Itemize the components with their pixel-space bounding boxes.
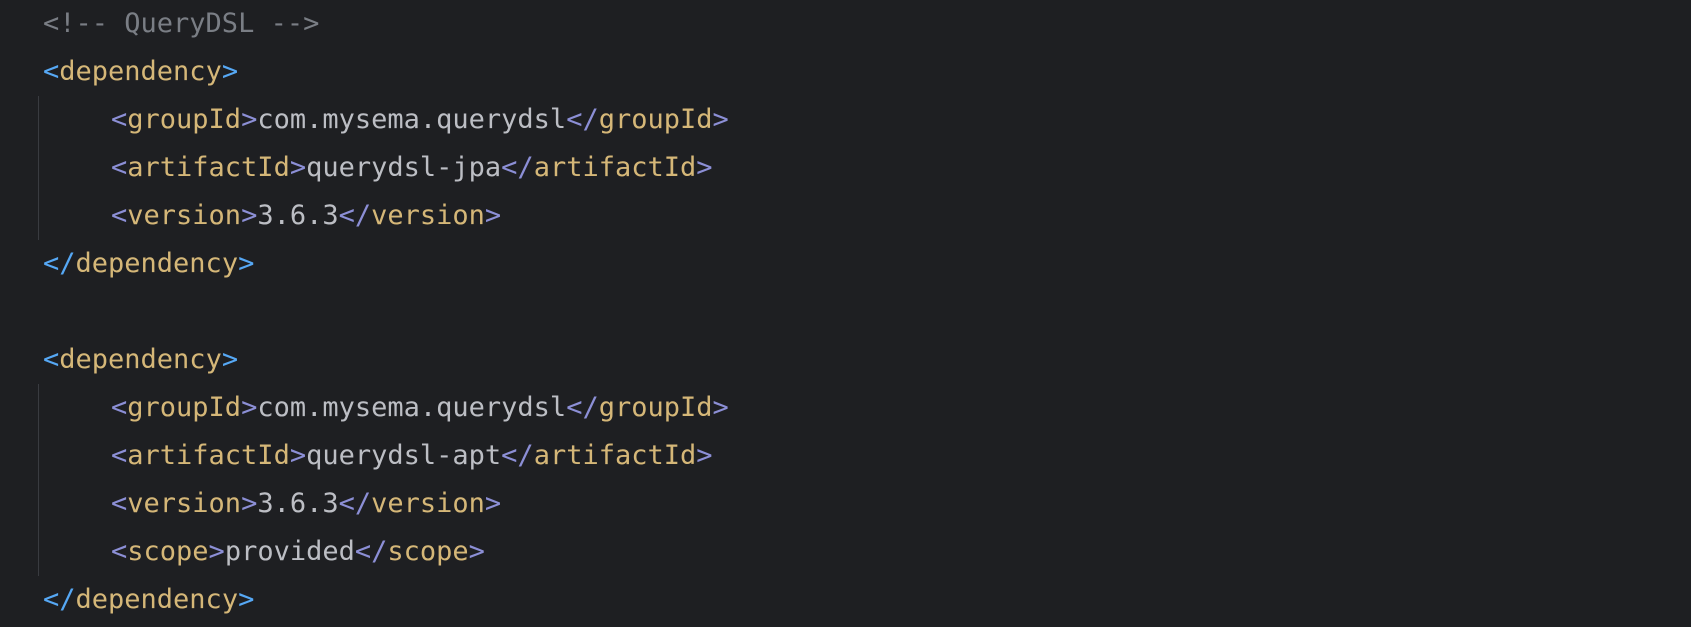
tag-value: 3.6.3 xyxy=(257,488,339,519)
tag-value: provided xyxy=(224,536,355,567)
close-bracket: > xyxy=(289,152,307,183)
tag-name: scope xyxy=(127,536,209,567)
end-open-bracket: </ xyxy=(43,248,76,279)
tag-value: 3.6.3 xyxy=(257,200,339,231)
close-bracket: > xyxy=(221,56,239,87)
close-bracket: > xyxy=(289,440,307,471)
end-open-bracket: </ xyxy=(566,104,599,135)
end-open-bracket: </ xyxy=(338,200,372,231)
code-line[interactable]: <artifactId>querydsl-apt</artifactId> xyxy=(0,432,713,480)
close-bracket: > xyxy=(468,536,485,567)
code-line[interactable]: <artifactId>querydsl-jpa</artifactId> xyxy=(0,144,713,192)
close-bracket: > xyxy=(208,536,225,567)
tag-name: groupId xyxy=(598,104,713,135)
open-bracket: < xyxy=(111,440,128,471)
close-bracket: > xyxy=(712,104,729,135)
open-bracket: < xyxy=(111,104,128,135)
close-bracket: > xyxy=(241,392,258,423)
tag-name: dependency xyxy=(75,248,239,279)
tag-name: artifactId xyxy=(127,152,290,183)
end-open-bracket: </ xyxy=(43,584,76,615)
tag-name: version xyxy=(127,488,242,519)
code-line[interactable]: </dependency> xyxy=(0,576,254,624)
tag-name: groupId xyxy=(127,392,242,423)
close-bracket: > xyxy=(696,440,713,471)
tag-name: groupId xyxy=(127,104,242,135)
tag-name: artifactId xyxy=(533,152,697,183)
tag-name: dependency xyxy=(75,584,239,615)
code-line[interactable]: <version>3.6.3</version> xyxy=(0,192,501,240)
tag-name: version xyxy=(371,200,485,231)
open-bracket: < xyxy=(43,56,60,87)
xml-comment: <!-- QueryDSL --> xyxy=(43,8,320,39)
close-bracket: > xyxy=(484,200,502,231)
code-line[interactable]: <version>3.6.3</version> xyxy=(0,480,501,528)
close-bracket: > xyxy=(241,200,258,231)
tag-name: dependency xyxy=(59,56,222,87)
code-line[interactable]: <groupId>com.mysema.querydsl</groupId> xyxy=(0,384,729,432)
tag-value: querydsl-jpa xyxy=(306,152,502,183)
close-bracket: > xyxy=(241,488,258,519)
tag-name: artifactId xyxy=(127,440,290,471)
tag-name: scope xyxy=(387,536,469,567)
code-editor[interactable]: <!-- QueryDSL --> <dependency> <groupId>… xyxy=(0,0,1691,627)
open-bracket: < xyxy=(43,344,60,375)
code-line[interactable]: <scope>provided</scope> xyxy=(0,528,485,576)
open-bracket: < xyxy=(111,152,128,183)
code-line[interactable]: </dependency> xyxy=(0,240,254,288)
end-open-bracket: </ xyxy=(354,536,388,567)
close-bracket: > xyxy=(238,584,255,615)
tag-value: com.mysema.querydsl xyxy=(257,392,567,423)
end-open-bracket: </ xyxy=(501,152,534,183)
close-bracket: > xyxy=(221,344,239,375)
tag-name: dependency xyxy=(59,344,222,375)
tag-name: version xyxy=(371,488,485,519)
end-open-bracket: </ xyxy=(566,392,599,423)
code-line[interactable]: <dependency> xyxy=(0,336,238,384)
open-bracket: < xyxy=(111,488,128,519)
open-bracket: < xyxy=(111,392,128,423)
tag-value: com.mysema.querydsl xyxy=(257,104,567,135)
code-line[interactable]: <groupId>com.mysema.querydsl</groupId> xyxy=(0,96,729,144)
tag-name: artifactId xyxy=(533,440,697,471)
tag-name: groupId xyxy=(598,392,713,423)
tag-name: version xyxy=(127,200,242,231)
close-bracket: > xyxy=(484,488,502,519)
close-bracket: > xyxy=(241,104,258,135)
tag-value: querydsl-apt xyxy=(306,440,502,471)
close-bracket: > xyxy=(712,392,729,423)
close-bracket: > xyxy=(696,152,713,183)
code-line[interactable]: <!-- QueryDSL --> xyxy=(0,0,319,48)
code-line[interactable]: <dependency> xyxy=(0,48,238,96)
close-bracket: > xyxy=(238,248,255,279)
end-open-bracket: </ xyxy=(501,440,534,471)
end-open-bracket: </ xyxy=(338,488,372,519)
open-bracket: < xyxy=(111,536,128,567)
open-bracket: < xyxy=(111,200,128,231)
